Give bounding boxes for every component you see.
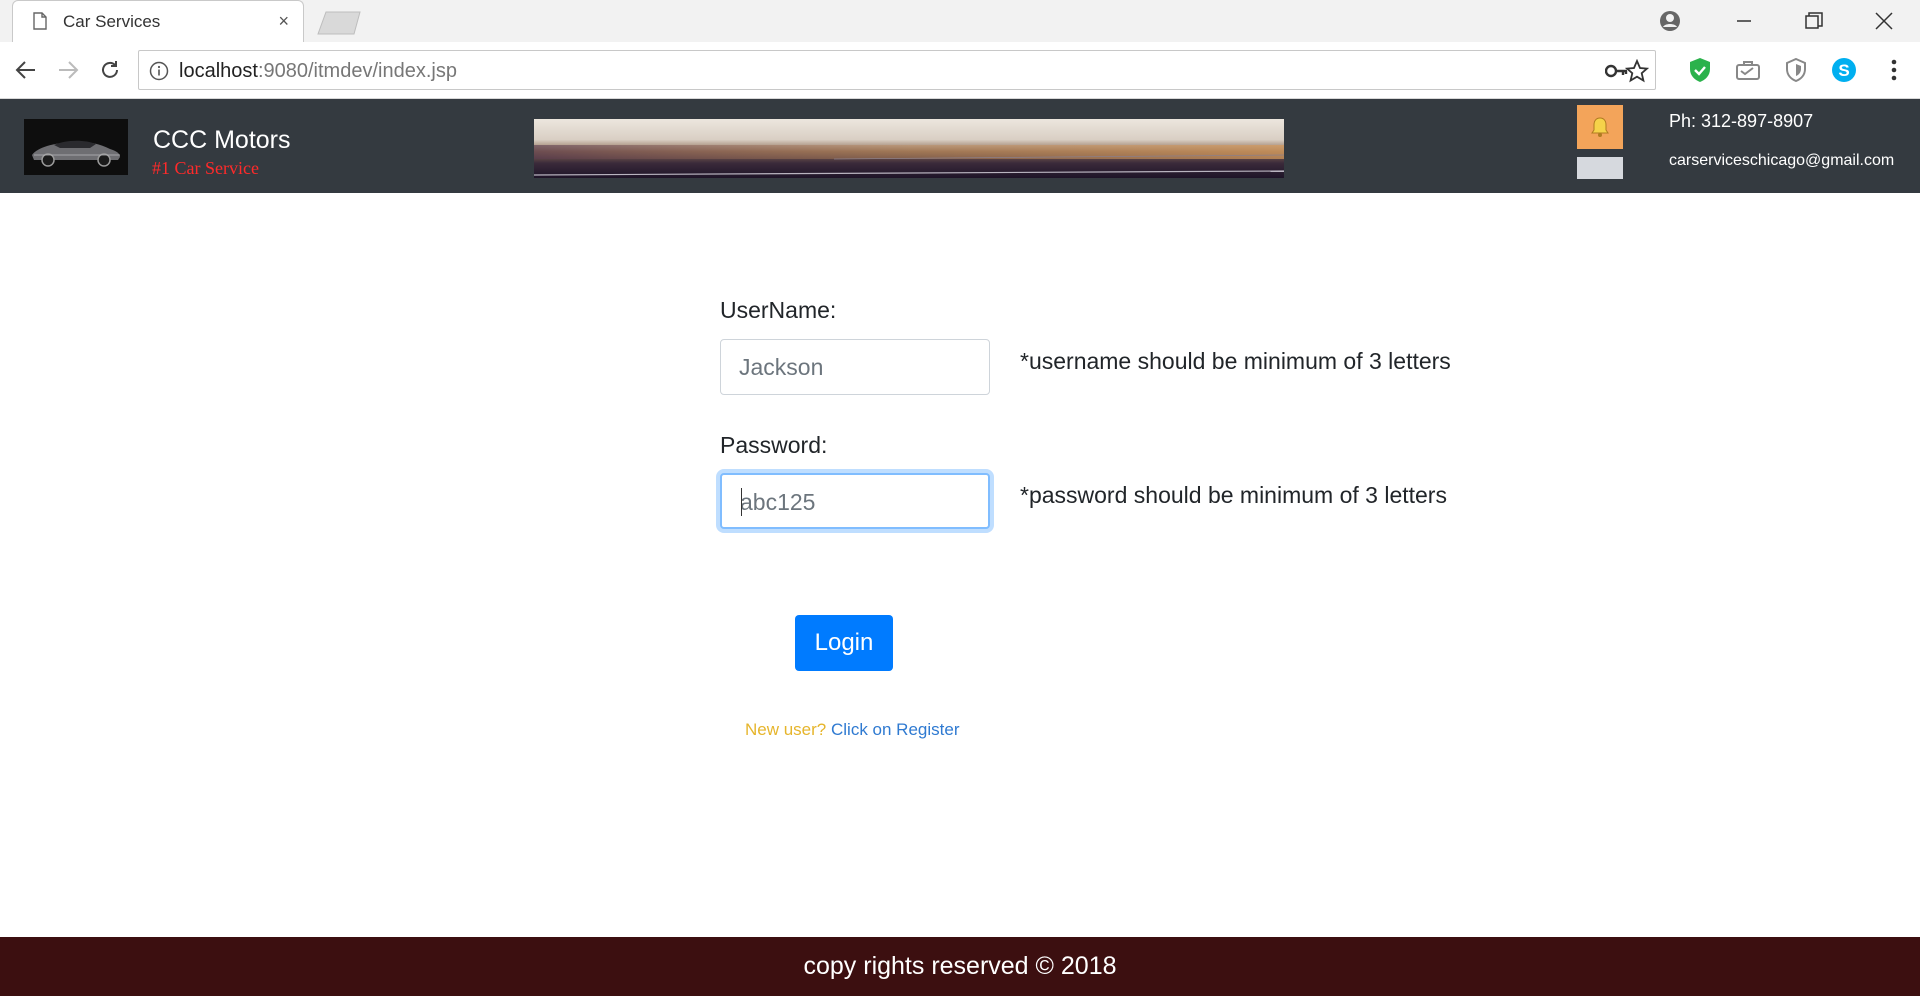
username-hint: *username should be minimum of 3 letters xyxy=(1020,348,1451,374)
restore-icon[interactable] xyxy=(1792,6,1836,36)
reload-icon[interactable] xyxy=(96,56,124,84)
shield-icon[interactable] xyxy=(1782,56,1810,84)
browser-tabbar: Car Services × xyxy=(0,0,1920,42)
site-header: CCC Motors #1 Car Service Ph: 312-897-89… xyxy=(0,99,1920,193)
svg-text:S: S xyxy=(1838,61,1849,80)
notification-button[interactable] xyxy=(1577,105,1623,149)
page-icon xyxy=(33,12,47,30)
username-value: Jackson xyxy=(739,354,824,380)
contact-email[interactable]: carserviceschicago@gmail.com xyxy=(1669,152,1894,170)
info-icon[interactable] xyxy=(149,61,169,81)
new-user-prompt: New user? Click on Register xyxy=(745,720,960,740)
forward-icon[interactable] xyxy=(54,56,82,84)
browser-tab[interactable]: Car Services × xyxy=(12,0,304,42)
username-input[interactable]: Jackson xyxy=(720,339,990,395)
tab-title: Car Services xyxy=(63,12,161,31)
contact-phone: Ph: 312-897-8907 xyxy=(1669,111,1814,131)
address-bar[interactable]: localhost:9080/itmdev/index.jsp xyxy=(138,50,1656,90)
copyright-text: copy rights reserved © 2018 xyxy=(803,952,1117,980)
url-text: localhost:9080/itmdev/index.jsp xyxy=(179,60,457,82)
car-logo[interactable] xyxy=(24,119,128,175)
minimize-icon[interactable] xyxy=(1722,6,1766,36)
text-caret xyxy=(741,488,742,516)
site-footer: copy rights reserved © 2018 xyxy=(0,937,1920,996)
login-button[interactable]: Login xyxy=(795,615,893,671)
bell-icon xyxy=(1591,117,1609,137)
menu-dots-icon[interactable] xyxy=(1880,56,1908,84)
brand-name: CCC Motors xyxy=(153,126,291,154)
password-input[interactable]: abc125 xyxy=(720,473,990,529)
star-icon[interactable] xyxy=(1625,59,1649,83)
shield-check-icon[interactable] xyxy=(1686,56,1714,84)
briefcase-icon[interactable] xyxy=(1734,56,1762,84)
username-label: UserName: xyxy=(720,297,837,323)
back-icon[interactable] xyxy=(12,56,40,84)
new-user-text: New user? xyxy=(745,720,827,739)
road-banner-image xyxy=(534,119,1284,178)
skype-icon[interactable]: S xyxy=(1830,56,1858,84)
browser-toolbar: localhost:9080/itmdev/index.jsp S xyxy=(0,42,1920,99)
brand-tagline: #1 Car Service xyxy=(152,158,259,178)
new-tab-button[interactable] xyxy=(316,10,364,36)
password-hint: *password should be minimum of 3 letters xyxy=(1020,482,1447,508)
password-value: abc125 xyxy=(740,489,816,515)
close-icon[interactable]: × xyxy=(278,11,289,32)
window-close-icon[interactable] xyxy=(1862,6,1906,36)
profile-icon[interactable] xyxy=(1648,6,1692,36)
password-label: Password: xyxy=(720,432,828,458)
header-placeholder-box xyxy=(1577,157,1623,179)
register-link[interactable]: Click on Register xyxy=(831,720,960,739)
